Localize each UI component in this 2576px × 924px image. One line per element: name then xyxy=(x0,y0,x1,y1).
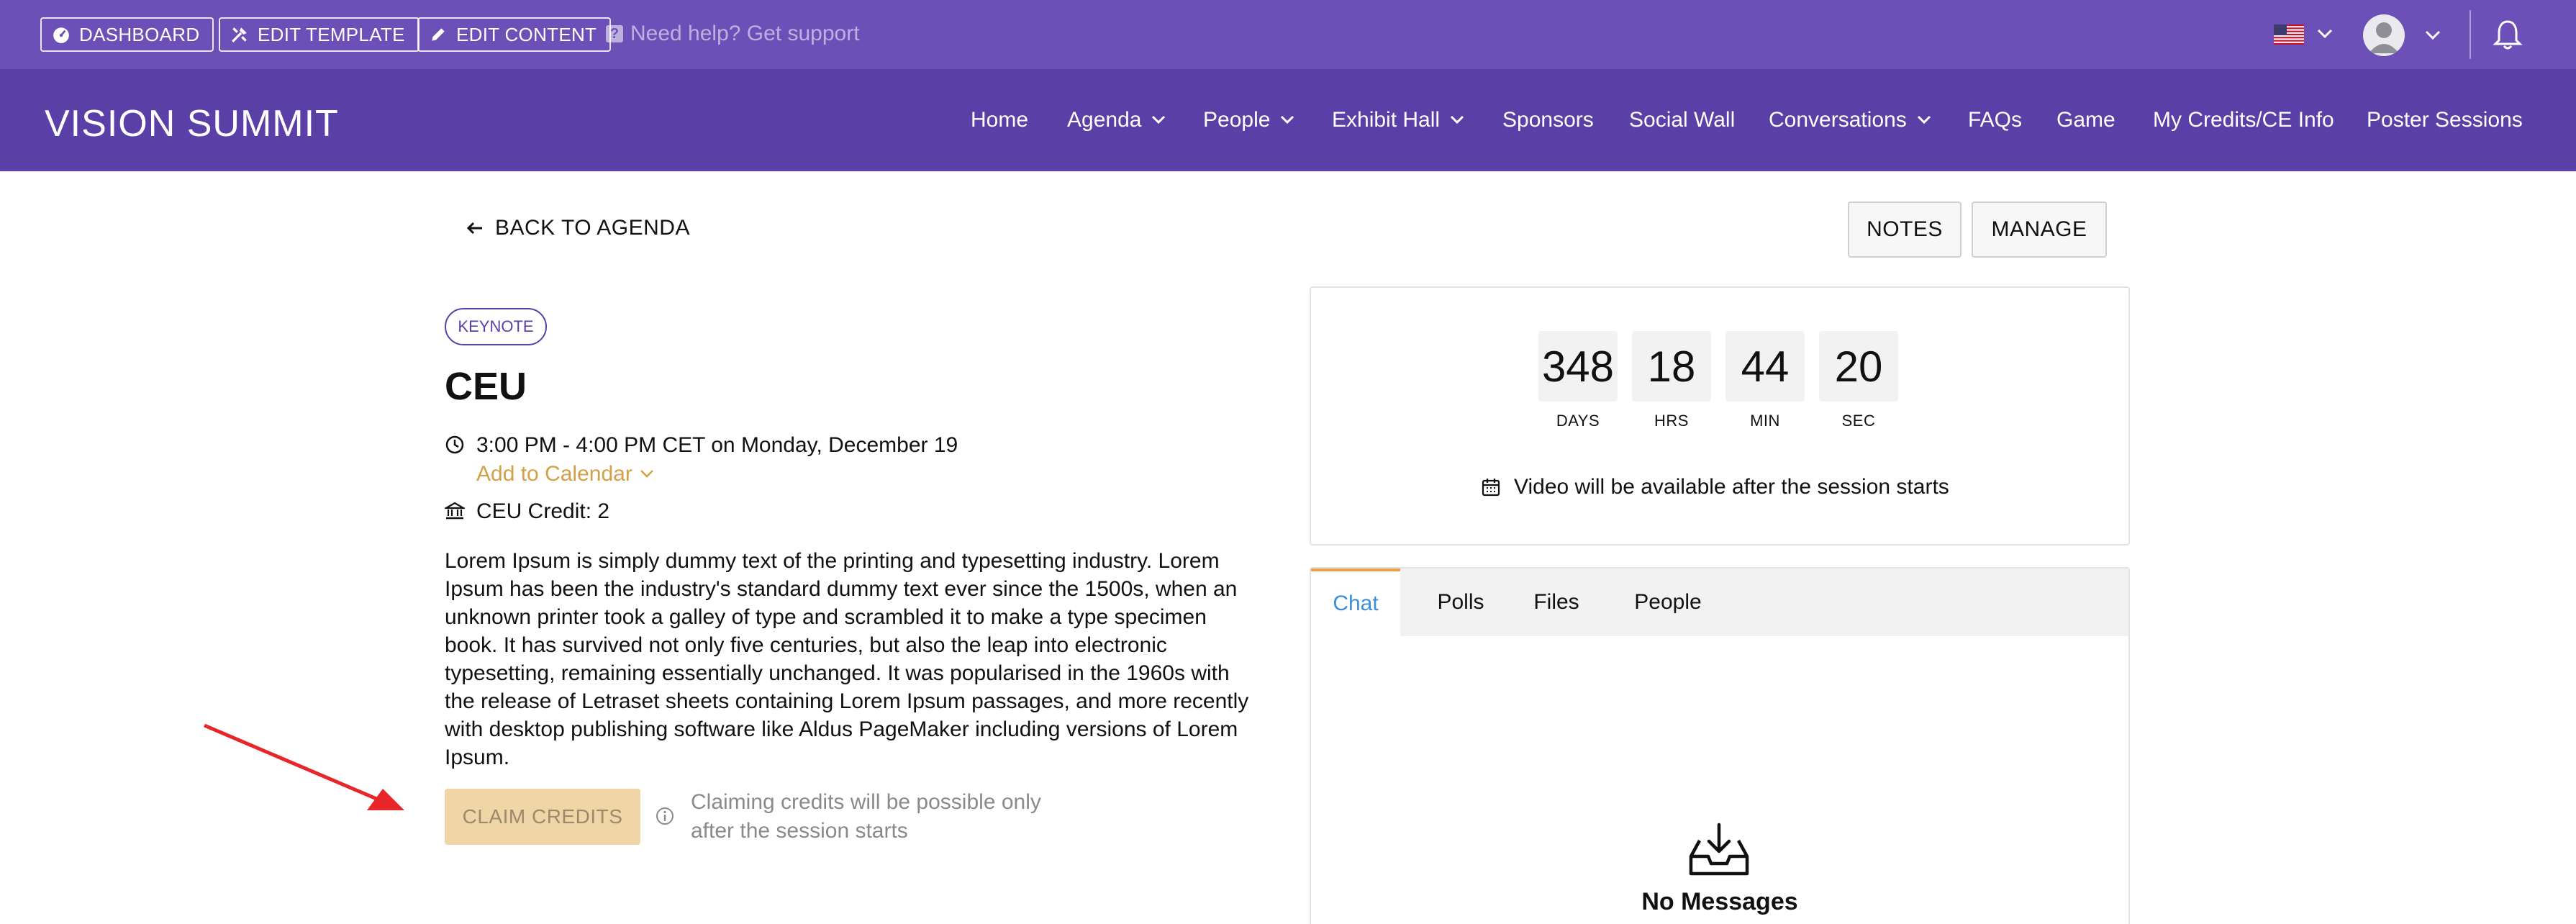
tab-people[interactable]: People xyxy=(1618,569,1718,636)
session-type-badge: KEYNOTE xyxy=(445,308,547,345)
chevron-down-icon xyxy=(640,470,653,478)
user-avatar[interactable] xyxy=(2363,14,2405,56)
ceu-credit: CEU Credit: 2 xyxy=(476,499,610,523)
nav-label: Home xyxy=(971,108,1029,132)
nav-item-poster-sessions[interactable]: Poster Sessions xyxy=(2367,108,2523,132)
video-availability-note: Video will be available after the sessio… xyxy=(1481,475,1949,499)
nav-label: Agenda xyxy=(1067,108,1142,132)
nav-label: FAQs xyxy=(1968,108,2023,132)
question-icon: ? xyxy=(606,25,623,42)
clock-icon xyxy=(445,435,464,454)
chevron-down-icon xyxy=(1281,115,1294,124)
nav-label: Exhibit Hall xyxy=(1332,108,1441,132)
session-description: Lorem Ipsum is simply dummy text of the … xyxy=(445,549,1249,769)
tab-chat[interactable]: Chat xyxy=(1311,569,1400,636)
user-icon xyxy=(2369,22,2399,53)
nav-item-home[interactable]: Home xyxy=(971,108,1028,132)
session-time: 3:00 PM - 4:00 PM CET on Monday, Decembe… xyxy=(476,433,958,457)
help-text: Need help? Get support xyxy=(630,22,860,45)
inbox-icon xyxy=(1689,823,1749,876)
nav-item-exhibit-hall[interactable]: Exhibit Hall xyxy=(1332,108,1464,132)
add-to-calendar-link[interactable]: Add to Calendar xyxy=(476,462,654,486)
dashboard-icon xyxy=(53,27,69,43)
red-arrow-annotation xyxy=(204,723,404,810)
calendar-icon xyxy=(1482,479,1500,497)
nav-label: Social Wall xyxy=(1629,108,1736,132)
countdown-hrs-value: 18 xyxy=(1632,331,1711,402)
nav-label: Conversations xyxy=(1769,108,1907,132)
edit-template-button[interactable]: EDIT TEMPLATE xyxy=(219,17,419,52)
dashboard-button[interactable]: DASHBOARD xyxy=(40,17,214,52)
info-icon xyxy=(656,807,674,825)
countdown-card xyxy=(1310,286,2130,545)
countdown-min-label: MIN xyxy=(1750,412,1780,430)
tools-icon xyxy=(232,27,247,42)
nav-label: My Credits/CE Info xyxy=(2153,108,2334,132)
logo[interactable]: VISION SUMMIT xyxy=(45,102,339,145)
nav-label: Poster Sessions xyxy=(2367,108,2523,132)
nav-item-my-credits[interactable]: My Credits/CE Info xyxy=(2153,108,2334,132)
chevron-down-icon xyxy=(1917,115,1931,124)
countdown-sec-label: SEC xyxy=(1841,412,1876,430)
nav-item-people[interactable]: People xyxy=(1203,108,1294,132)
countdown-days-value: 348 xyxy=(1538,331,1618,402)
nav-item-game[interactable]: Game xyxy=(2056,108,2115,132)
chevron-down-icon xyxy=(1152,115,1166,124)
back-label: BACK TO AGENDA xyxy=(495,216,690,240)
no-messages-text: No Messages xyxy=(1641,888,1798,915)
manage-button[interactable]: MANAGE xyxy=(1972,201,2107,258)
dashboard-label: DASHBOARD xyxy=(79,23,200,45)
nav-item-conversations[interactable]: Conversations xyxy=(1769,108,1931,132)
user-chevron-down-icon[interactable] xyxy=(2425,30,2441,40)
edit-content-label: EDIT CONTENT xyxy=(456,23,597,45)
back-to-agenda-link[interactable]: BACK TO AGENDA xyxy=(466,216,690,240)
add-to-calendar-label: Add to Calendar xyxy=(476,462,632,486)
help-link[interactable]: ? Need help? Get support xyxy=(606,22,860,46)
nav-item-faqs[interactable]: FAQs xyxy=(1968,108,2022,132)
us-flag-icon[interactable] xyxy=(2274,24,2304,45)
chevron-down-icon xyxy=(1451,115,1464,124)
nav-item-social-wall[interactable]: Social Wall xyxy=(1629,108,1735,132)
admin-divider xyxy=(2470,10,2471,59)
edit-template-label: EDIT TEMPLATE xyxy=(258,23,405,45)
countdown-hrs-label: HRS xyxy=(1654,412,1689,430)
countdown-days-label: DAYS xyxy=(1556,412,1600,430)
claim-credits-button[interactable]: CLAIM CREDITS xyxy=(445,789,640,845)
edit-content-button[interactable]: EDIT CONTENT xyxy=(417,17,612,52)
nav-label: Sponsors xyxy=(1502,108,1594,132)
nav-label: Game xyxy=(2056,108,2115,132)
countdown-sec-value: 20 xyxy=(1819,331,1898,402)
bell-icon[interactable] xyxy=(2493,19,2523,50)
claim-credits-note: Claiming credits will be possible only a… xyxy=(691,790,1041,843)
session-title: CEU xyxy=(445,365,527,408)
nav-label: People xyxy=(1203,108,1271,132)
notes-button[interactable]: NOTES xyxy=(1848,201,1962,258)
countdown-min-value: 44 xyxy=(1725,331,1805,402)
language-chevron-down-icon[interactable] xyxy=(2317,29,2333,39)
nav-item-agenda[interactable]: Agenda xyxy=(1067,108,1166,132)
institution-icon xyxy=(445,502,465,520)
arrow-left-icon xyxy=(466,222,482,235)
tab-files[interactable]: Files xyxy=(1517,569,1596,636)
video-note-text: Video will be available after the sessio… xyxy=(1514,475,1949,499)
pencil-icon xyxy=(432,28,445,41)
nav-item-sponsors[interactable]: Sponsors xyxy=(1502,108,1594,132)
tab-polls[interactable]: Polls xyxy=(1418,569,1504,636)
